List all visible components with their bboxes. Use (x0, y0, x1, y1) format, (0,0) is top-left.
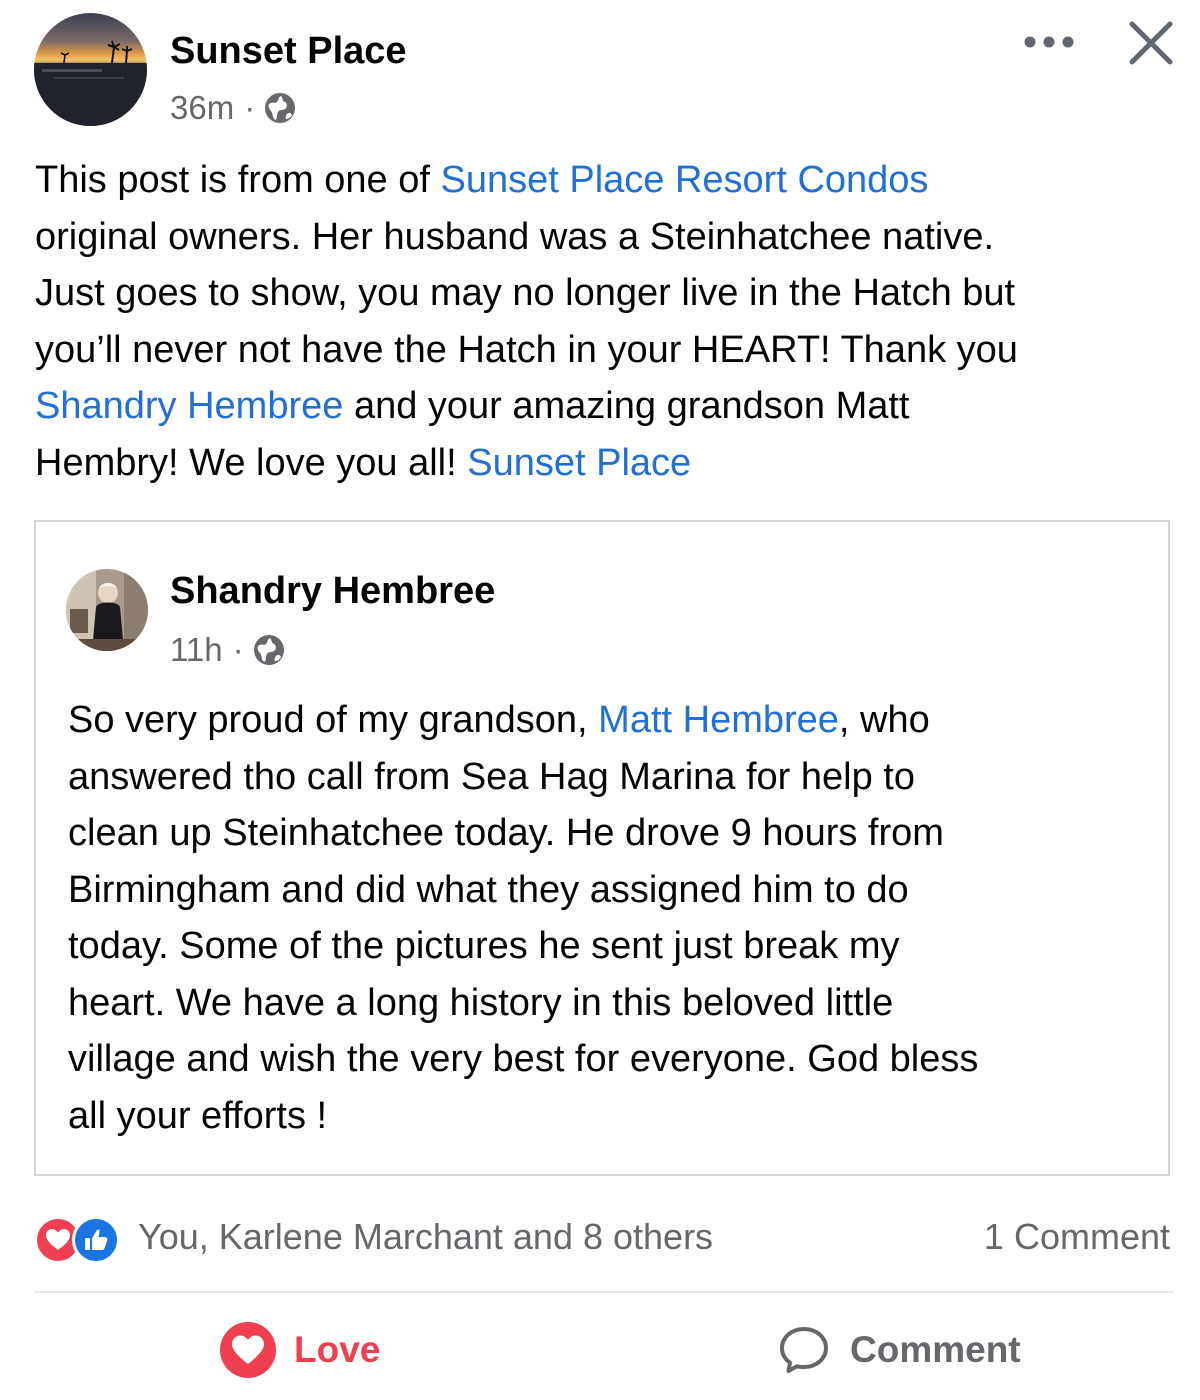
body-text: Birmingham and did what they assigned hi… (68, 868, 909, 911)
shared-text-line: So very proud of my grandson, Matt Hembr… (68, 692, 1158, 749)
close-icon[interactable] (1124, 16, 1178, 70)
divider (34, 1291, 1174, 1293)
post-meta: 36m · (170, 86, 297, 130)
shared-text-line: answered tho call from Sea Hag Marina fo… (68, 749, 1158, 806)
shared-text-line: clean up Steinhatchee today. He drove 9 … (68, 805, 1158, 862)
shared-post-timestamp[interactable]: 11h (170, 631, 223, 669)
shared-post-meta: 11h · (170, 628, 286, 672)
shared-text-line: heart. We have a long history in this be… (68, 975, 1158, 1032)
thumbs-up-icon (72, 1216, 120, 1264)
post-text-line: This post is from one of Sunset Place Re… (35, 152, 1175, 209)
meta-separator: · (244, 89, 256, 126)
sunset-photo (34, 13, 147, 126)
post-text-line: you’ll never not have the Hatch in your … (35, 322, 1175, 379)
page-avatar[interactable] (34, 13, 147, 126)
shared-post-body: So very proud of my grandson, Matt Hembr… (68, 692, 1158, 1144)
body-text: village and wish the very best for every… (68, 1038, 979, 1080)
meta-separator: · (232, 631, 244, 668)
post-text-line: Just goes to show, you may no longer liv… (35, 265, 1175, 322)
globe-icon (253, 635, 284, 665)
speech-bubble-icon (780, 1327, 828, 1373)
body-text: all your efforts ! (68, 1094, 328, 1137)
post-body: This post is from one of Sunset Place Re… (35, 152, 1175, 491)
love-button[interactable]: Love (220, 1318, 380, 1382)
comment-count[interactable]: 1 Comment (984, 1212, 1170, 1262)
shared-text-line: all your efforts ! (68, 1088, 1158, 1145)
post-text-line: Shandry Hembree and your amazing grandso… (35, 378, 1175, 435)
shared-text-line: village and wish the very best for every… (68, 1031, 1158, 1088)
body-text: , who (838, 699, 930, 741)
shared-text-line: today. Some of the pictures he sent just… (68, 918, 1158, 975)
heart-icon (220, 1322, 276, 1378)
body-text: So very proud of my grandson, (68, 699, 599, 741)
comment-button-label: Comment (850, 1329, 1021, 1370)
reactions-text: You, Karlene Marchant and 8 others (138, 1216, 714, 1257)
body-text: original owners. Her husband was a Stein… (35, 215, 995, 258)
body-text: and your amazing grandson Matt (343, 385, 910, 427)
love-button-label: Love (294, 1329, 381, 1370)
person-photo (66, 569, 148, 651)
body-text: Just goes to show, you may no longer liv… (35, 272, 1016, 314)
more-options-icon[interactable] (1018, 24, 1080, 60)
reaction-icons (34, 1212, 128, 1264)
globe-icon (265, 93, 296, 123)
post-text-line: Hembry! We love you all! Sunset Place (35, 435, 1175, 492)
mention-link[interactable]: Shandry Hembree (35, 385, 343, 427)
shared-text-line: Birmingham and did what they assigned hi… (68, 862, 1158, 919)
post-timestamp[interactable]: 36m (170, 89, 234, 127)
body-text: Hembry! We love you all! (35, 441, 468, 484)
body-text: This post is from one of (35, 159, 441, 201)
mention-link[interactable]: Matt Hembree (598, 699, 839, 741)
body-text: today. Some of the pictures he sent just… (68, 925, 900, 967)
shared-author-name[interactable]: Shandry Hembree (170, 570, 495, 613)
body-text: clean up Steinhatchee today. He drove 9 … (68, 812, 944, 854)
post-text-line: original owners. Her husband was a Stein… (35, 209, 1175, 266)
mention-link[interactable]: Sunset Place (467, 442, 691, 484)
body-text: heart. We have a long history in this be… (68, 981, 894, 1024)
body-text: answered tho call from Sea Hag Marina fo… (68, 755, 915, 798)
reactions-summary[interactable]: You, Karlene Marchant and 8 others (34, 1212, 714, 1264)
shared-author-avatar[interactable] (66, 569, 148, 651)
comment-button[interactable]: Comment (778, 1318, 1021, 1382)
body-text: you’ll never not have the Hatch in your … (35, 328, 1018, 371)
page-name[interactable]: Sunset Place (170, 30, 407, 73)
mention-link[interactable]: Sunset Place Resort Condos (441, 159, 929, 201)
